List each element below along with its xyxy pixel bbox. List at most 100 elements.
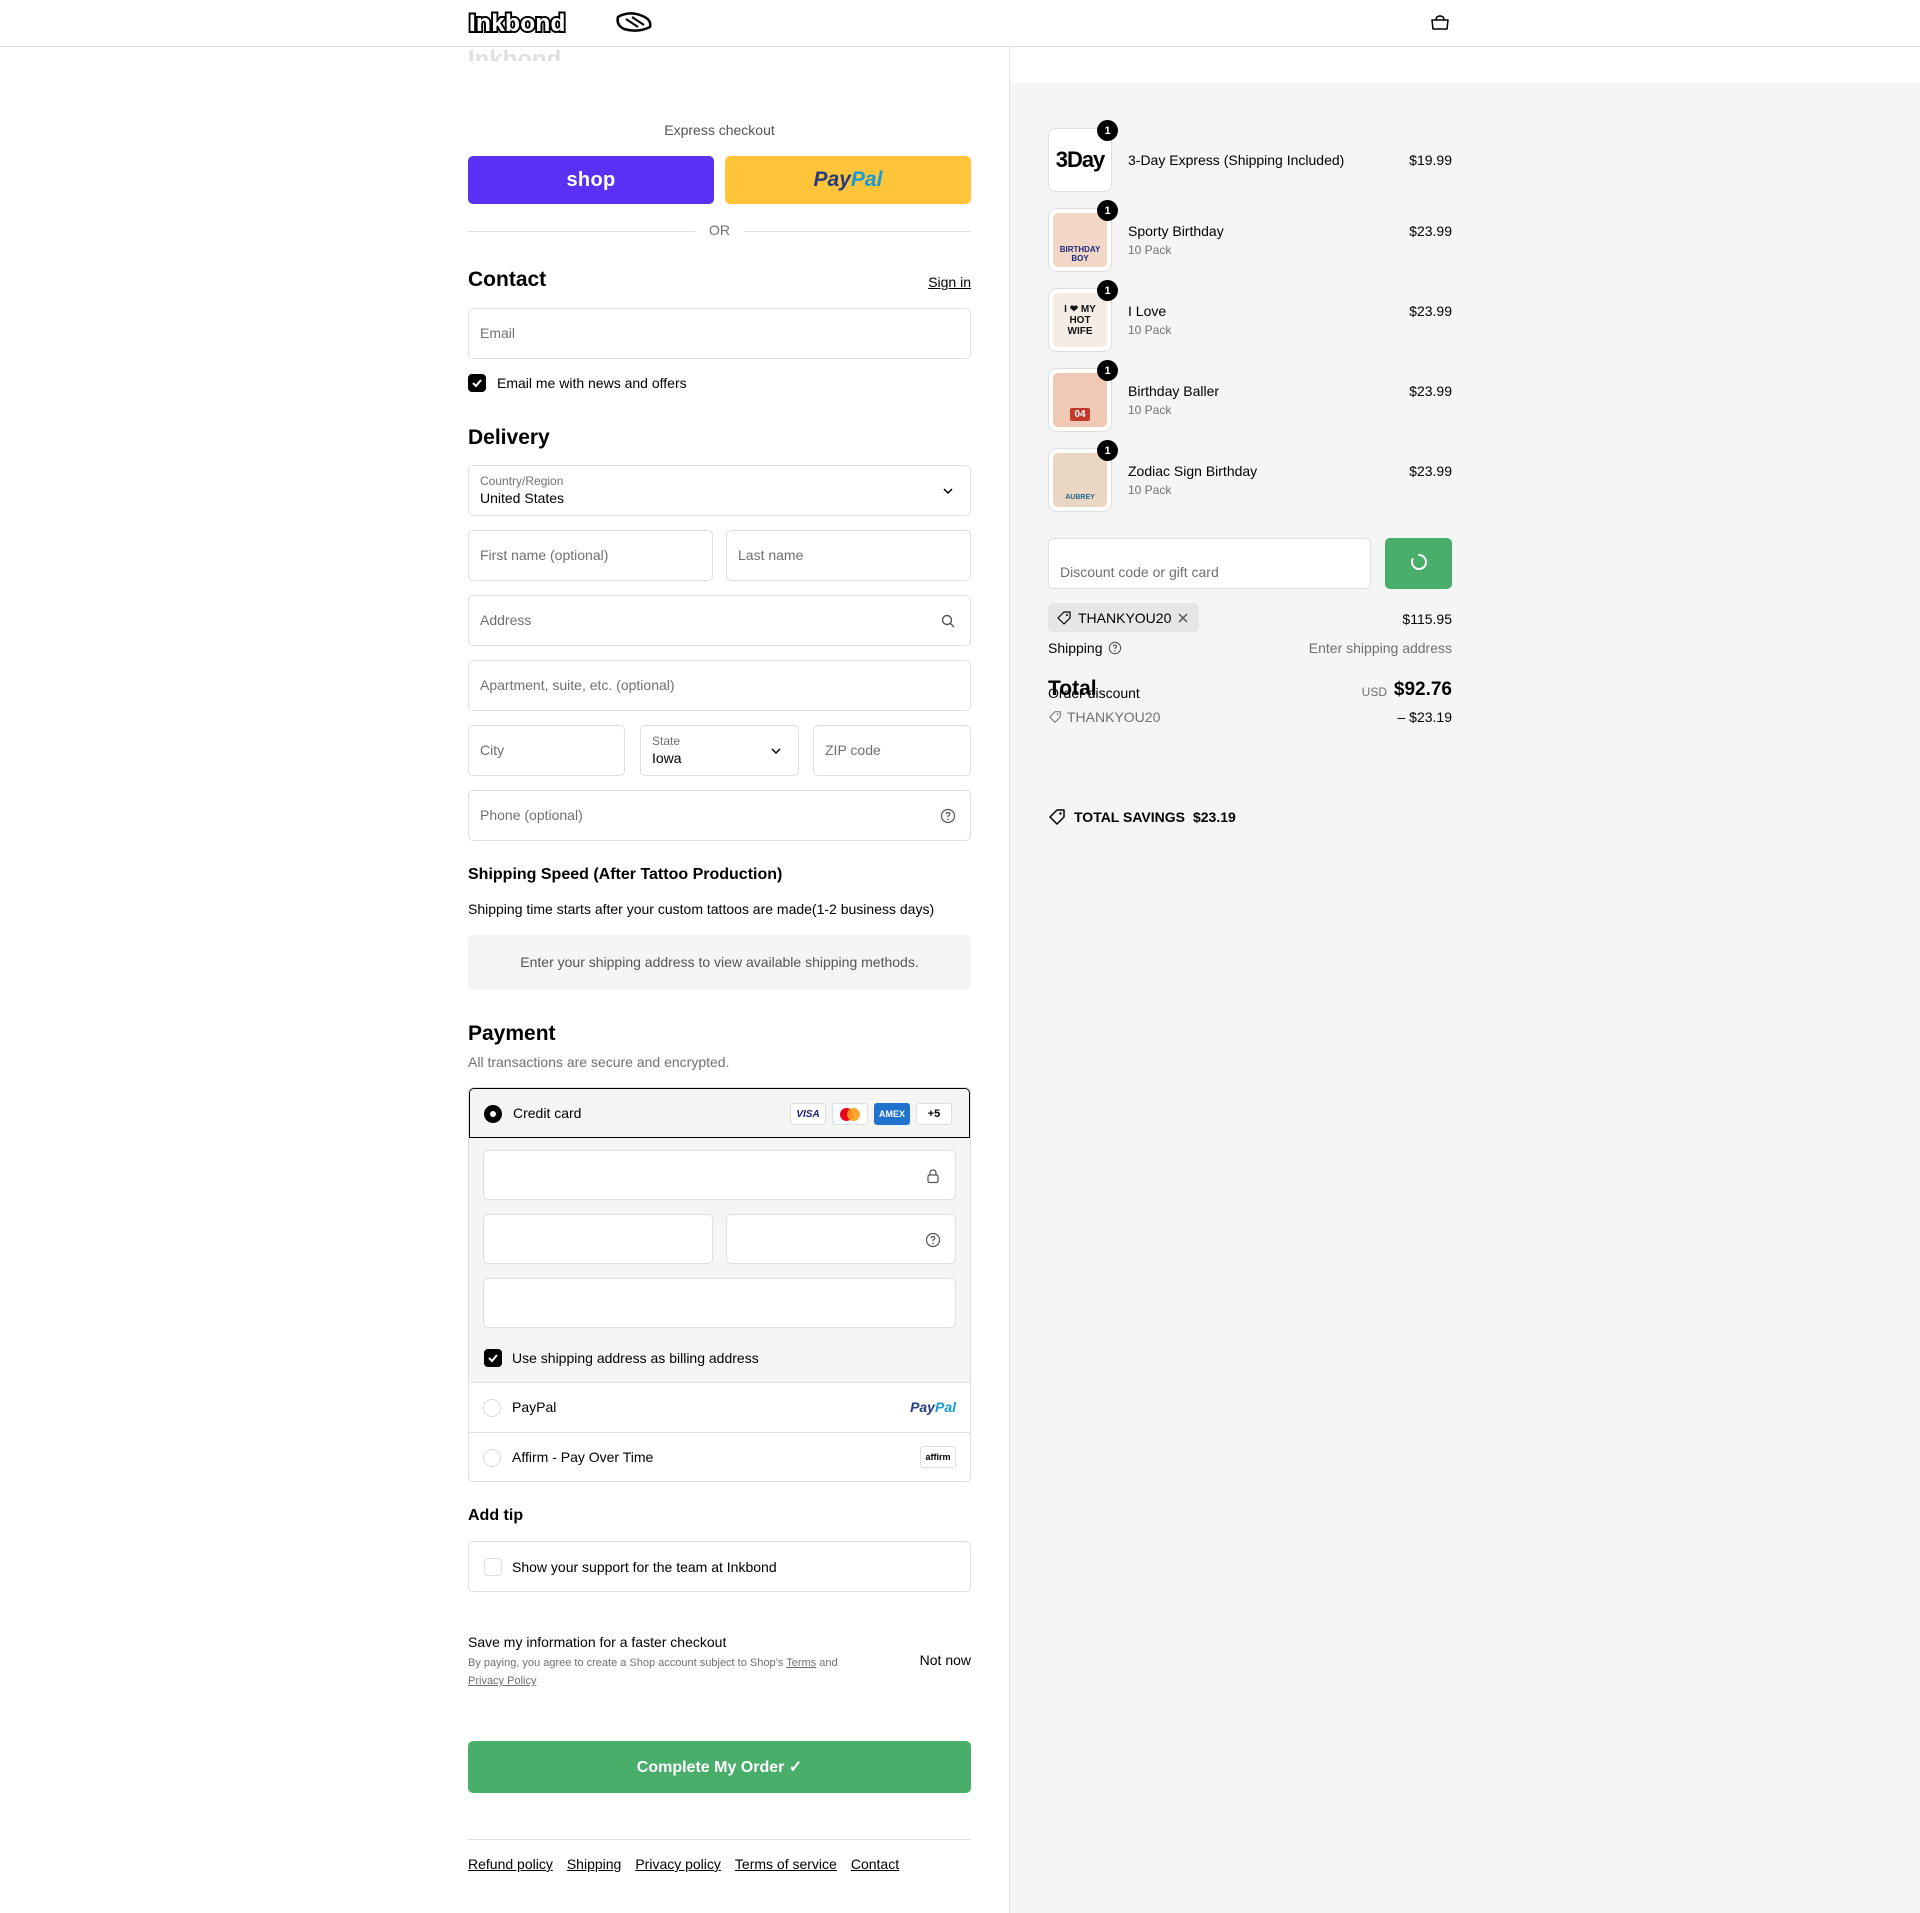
discount-code-label: THANKYOU20: [1067, 709, 1161, 725]
discount-code-field[interactable]: Discount code or gift card: [1048, 538, 1371, 589]
billing-checkbox[interactable]: [484, 1349, 502, 1367]
zip-field[interactable]: ZIP code: [813, 725, 971, 776]
paypal-label-pay: Pay: [813, 168, 851, 191]
quantity-badge: 1: [1097, 360, 1118, 381]
product-thumbnail: BIRTHDAY BOY 1: [1048, 200, 1118, 272]
chevron-down-icon: [771, 748, 781, 755]
security-code-field[interactable]: [726, 1214, 956, 1264]
thumbnail-birthday-baller: 04: [1053, 373, 1107, 427]
item-variant: 10 Pack: [1128, 243, 1172, 257]
close-icon[interactable]: [1177, 612, 1189, 624]
line-item: AUBREY 1 Zodiac Sign Birthday 10 Pack $2…: [1048, 440, 1452, 514]
help-icon[interactable]: [1108, 641, 1122, 655]
card-number-field[interactable]: [483, 1150, 956, 1200]
product-thumbnail: 04 1: [1048, 360, 1118, 432]
expiry-field[interactable]: [483, 1214, 713, 1264]
logo-ghost: Inkbond: [468, 45, 648, 61]
paypal-option[interactable]: PayPal PayPal: [469, 1383, 970, 1433]
zip-placeholder: ZIP code: [825, 742, 881, 758]
shop-pay-button[interactable]: shop: [468, 156, 714, 204]
tip-option[interactable]: Show your support for the team at Inkbon…: [468, 1541, 971, 1592]
inkbond-logo[interactable]: Inkbond Inkbond: [468, 9, 654, 37]
total-label: Total: [1048, 677, 1097, 700]
apartment-field[interactable]: Apartment, suite, etc. (optional): [468, 660, 971, 711]
tip-title: Add tip: [468, 1507, 524, 1524]
shipping-label: Shipping: [1048, 640, 1103, 656]
not-now-button[interactable]: Not now: [920, 1652, 971, 1668]
shop-terms-link[interactable]: Terms: [786, 1657, 816, 1669]
or-label: OR: [709, 222, 730, 238]
credit-card-radio[interactable]: [484, 1105, 502, 1123]
help-icon[interactable]: [940, 808, 956, 824]
item-price: $19.99: [1409, 152, 1452, 168]
mastercard-icon: [832, 1103, 868, 1125]
country-value: United States: [480, 490, 565, 506]
affirm-option[interactable]: Affirm - Pay Over Time affirm: [469, 1433, 970, 1481]
last-name-field[interactable]: Last name: [726, 530, 971, 581]
sign-in-link[interactable]: Sign in: [928, 274, 971, 290]
item-variant: 10 Pack: [1128, 403, 1172, 417]
column-divider: [1009, 47, 1010, 83]
thumbnail-zodiac-birthday: AUBREY: [1053, 453, 1107, 507]
apply-discount-button[interactable]: [1385, 538, 1452, 589]
name-on-card-field[interactable]: [483, 1278, 956, 1328]
visa-icon: VISA: [790, 1103, 826, 1125]
shop-privacy-link[interactable]: Privacy Policy: [468, 1675, 536, 1687]
country-label: Country/Region: [480, 474, 564, 488]
phone-field[interactable]: Phone (optional): [468, 790, 971, 841]
contact-title: Contact: [468, 268, 547, 291]
paypal-logo: PayPal: [910, 1399, 956, 1415]
cart-icon[interactable]: [1429, 14, 1451, 32]
city-field[interactable]: City: [468, 725, 625, 776]
discount-amount: – $23.19: [1397, 709, 1453, 725]
tip-label: Show your support for the team at Inkbon…: [512, 1559, 777, 1575]
payment-title: Payment: [468, 1022, 556, 1045]
email-placeholder: Email: [480, 325, 516, 341]
state-value: Iowa: [652, 750, 682, 766]
news-label: Email me with news and offers: [497, 375, 687, 391]
shop-pay-label: shop: [566, 168, 616, 191]
affirm-radio[interactable]: [483, 1449, 501, 1467]
amex-icon: AMEX: [874, 1103, 910, 1125]
svg-text:Inkbond: Inkbond: [469, 10, 566, 37]
contact-link[interactable]: Contact: [851, 1856, 899, 1872]
order-summary-panel: [1009, 83, 1920, 1913]
search-icon: [941, 614, 955, 628]
news-checkbox[interactable]: [468, 374, 486, 392]
site-header: Inkbond Inkbond: [0, 0, 1920, 47]
terms-of-service-link[interactable]: Terms of service: [735, 1856, 837, 1872]
country-select[interactable]: Country/Region United States: [468, 465, 971, 516]
complete-order-button[interactable]: Complete My Order ✓: [468, 1741, 971, 1793]
check-icon: [472, 379, 482, 388]
help-icon[interactable]: [925, 1232, 941, 1248]
footer-divider: [468, 1839, 971, 1840]
billing-label: Use shipping address as billing address: [512, 1350, 759, 1366]
more-cards-badge: +5: [916, 1103, 952, 1125]
apartment-placeholder: Apartment, suite, etc. (optional): [480, 677, 675, 693]
credit-card-option[interactable]: Credit card VISA AMEX +5: [469, 1088, 970, 1138]
save-info-description: By paying, you agree to create a Shop ac…: [468, 1657, 838, 1687]
first-name-field[interactable]: First name (optional): [468, 530, 713, 581]
address-field[interactable]: Address: [468, 595, 971, 646]
paypal-radio[interactable]: [483, 1399, 501, 1417]
paypal-express-button[interactable]: Pay Pal: [725, 156, 971, 204]
affirm-option-label: Affirm - Pay Over Time: [512, 1449, 654, 1465]
city-placeholder: City: [480, 742, 505, 758]
shipping-link[interactable]: Shipping: [567, 1856, 622, 1872]
lock-icon: [927, 1169, 939, 1184]
discount-code-row: THANKYOU20: [1048, 709, 1160, 725]
line-item: BIRTHDAY BOY 1 Sporty Birthday 10 Pack $…: [1048, 200, 1452, 274]
state-label: State: [652, 734, 681, 748]
refund-policy-link[interactable]: Refund policy: [468, 1856, 553, 1872]
tip-checkbox[interactable]: [484, 1558, 502, 1576]
privacy-policy-link[interactable]: Privacy policy: [635, 1856, 721, 1872]
savings-tag-icon: [1049, 809, 1065, 825]
payment-methods: Credit card VISA AMEX +5 Use shipping ad…: [468, 1087, 971, 1482]
product-thumbnail: 3Day 1: [1048, 120, 1118, 192]
email-field[interactable]: Email: [468, 308, 971, 359]
applied-discount-chip: THANKYOU20: [1048, 603, 1200, 632]
item-name: Sporty Birthday: [1128, 223, 1224, 239]
check-icon: [488, 1354, 498, 1363]
thumbnail-3day: 3Day: [1053, 133, 1107, 187]
state-select[interactable]: State Iowa: [640, 725, 799, 776]
